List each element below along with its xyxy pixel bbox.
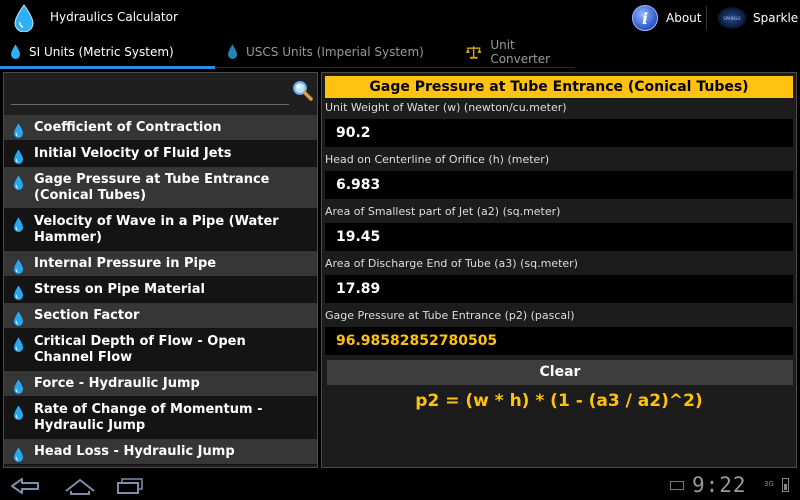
list-item-label: Critical Depth of Flow - Open Channel Fl… bbox=[34, 334, 246, 365]
water-drop-icon bbox=[11, 44, 20, 59]
back-icon[interactable] bbox=[6, 476, 46, 496]
calculator-title: Gage Pressure at Tube Entrance (Conical … bbox=[325, 76, 793, 98]
field-label-w: Unit Weight of Water (w) (newton/cu.mete… bbox=[325, 101, 567, 114]
list-item[interactable]: Critical Depth of Flow - Open Channel Fl… bbox=[4, 329, 317, 371]
field-input-w[interactable] bbox=[325, 119, 793, 147]
list-item[interactable]: Section Factor bbox=[4, 303, 317, 329]
list-item-label: Internal Pressure in Pipe bbox=[34, 256, 217, 271]
home-icon[interactable] bbox=[60, 476, 100, 496]
search-icon[interactable] bbox=[291, 79, 313, 101]
result-output-p2 bbox=[325, 327, 793, 355]
formula-list: Coefficient of Contraction Initial Veloci… bbox=[4, 115, 317, 465]
list-item[interactable]: Force - Hydraulic Jump bbox=[4, 371, 317, 397]
tab-selected-indicator bbox=[0, 66, 215, 69]
water-drop-icon bbox=[14, 217, 23, 232]
scales-icon bbox=[465, 46, 482, 59]
water-drop-icon bbox=[14, 405, 23, 420]
field-label-h: Head on Centerline of Orifice (h) (meter… bbox=[325, 153, 550, 166]
battery-icon bbox=[782, 478, 789, 492]
sparkle-logo-text: SPARKLE bbox=[723, 15, 741, 21]
tab-unit-converter[interactable]: Unit Converter bbox=[430, 36, 575, 68]
tab-label: SI Units (Metric System) bbox=[29, 45, 174, 59]
list-item-label: Rate of Change of Momentum - Hydraulic J… bbox=[34, 402, 263, 433]
info-icon: i bbox=[632, 5, 658, 31]
field-label-a2: Area of Smallest part of Jet (a2) (sq.me… bbox=[325, 205, 561, 218]
list-item-label: Coefficient of Contraction bbox=[34, 120, 222, 135]
sparkle-button[interactable]: SPARKLE Sparkle bbox=[717, 5, 798, 31]
signal-icon: 3G bbox=[764, 480, 774, 488]
formula-list-panel: Coefficient of Contraction Initial Veloci… bbox=[3, 72, 318, 468]
water-drop-icon bbox=[14, 4, 34, 32]
water-drop-icon bbox=[14, 259, 23, 274]
list-item-label: Initial Velocity of Fluid Jets bbox=[34, 146, 232, 161]
field-label-a3: Area of Discharge End of Tube (a3) (sq.m… bbox=[325, 257, 578, 270]
list-item[interactable]: Internal Pressure in Pipe bbox=[4, 251, 317, 277]
list-item[interactable]: Gage Pressure at Tube Entrance (Conical … bbox=[4, 167, 317, 209]
tab-bar-line bbox=[215, 67, 575, 68]
action-divider bbox=[706, 6, 707, 30]
list-item[interactable]: Stress on Pipe Material bbox=[4, 277, 317, 303]
list-item[interactable]: Velocity of Wave in a Pipe (Water Hammer… bbox=[4, 209, 317, 251]
field-input-a2[interactable] bbox=[325, 223, 793, 251]
list-item[interactable]: Coefficient of Contraction bbox=[4, 115, 317, 141]
water-drop-icon bbox=[14, 447, 23, 462]
list-item[interactable]: Head Loss - Hydraulic Jump bbox=[4, 439, 317, 465]
tab-label: Unit Converter bbox=[490, 38, 551, 66]
water-drop-icon bbox=[14, 285, 23, 300]
list-item[interactable]: Rate of Change of Momentum - Hydraulic J… bbox=[4, 397, 317, 439]
list-item-label: Gage Pressure at Tube Entrance (Conical … bbox=[34, 172, 270, 203]
about-label: About bbox=[666, 11, 702, 25]
calculator-panel: Gage Pressure at Tube Entrance (Conical … bbox=[321, 72, 797, 468]
clear-button[interactable]: Clear bbox=[327, 360, 793, 385]
action-bar: Hydraulics Calculator i About SPARKLE Sp… bbox=[0, 0, 800, 36]
water-drop-icon bbox=[14, 311, 23, 326]
sparkle-label: Sparkle bbox=[753, 11, 799, 25]
water-drop-icon bbox=[14, 123, 23, 138]
sparkle-logo-icon: SPARKLE bbox=[717, 7, 747, 29]
field-input-a3[interactable] bbox=[325, 275, 793, 303]
formula-text: p2 = (w * h) * (1 - (a3 / a2)^2) bbox=[415, 391, 703, 411]
water-drop-icon bbox=[14, 337, 23, 352]
list-item-label: Velocity of Wave in a Pipe (Water Hammer… bbox=[34, 214, 279, 245]
field-label-p2: Gage Pressure at Tube Entrance (p2) (pas… bbox=[325, 309, 575, 322]
recent-apps-icon[interactable] bbox=[110, 476, 150, 496]
tab-uscs-units[interactable]: USCS Units (Imperial System) bbox=[215, 36, 430, 68]
tab-si-units[interactable]: SI Units (Metric System) bbox=[0, 36, 215, 68]
field-input-h[interactable] bbox=[325, 171, 793, 199]
about-button[interactable]: i About bbox=[632, 4, 701, 32]
keyboard-icon bbox=[670, 481, 684, 490]
water-drop-icon bbox=[14, 175, 23, 190]
water-drop-icon bbox=[14, 149, 23, 164]
system-bar: 9:22 3G bbox=[0, 472, 800, 500]
list-item-label: Stress on Pipe Material bbox=[34, 282, 205, 297]
tab-label: USCS Units (Imperial System) bbox=[246, 45, 424, 59]
list-item-label: Section Factor bbox=[34, 308, 140, 323]
water-drop-icon bbox=[228, 44, 237, 59]
list-item[interactable]: Initial Velocity of Fluid Jets bbox=[4, 141, 317, 167]
app-title: Hydraulics Calculator bbox=[50, 10, 178, 24]
system-clock: 9:22 bbox=[692, 473, 747, 497]
list-item-label: Force - Hydraulic Jump bbox=[34, 376, 200, 391]
list-item-label: Head Loss - Hydraulic Jump bbox=[34, 444, 235, 459]
water-drop-icon bbox=[14, 379, 23, 394]
tab-bar: SI Units (Metric System) USCS Units (Imp… bbox=[0, 36, 800, 69]
search-input[interactable] bbox=[11, 81, 289, 105]
